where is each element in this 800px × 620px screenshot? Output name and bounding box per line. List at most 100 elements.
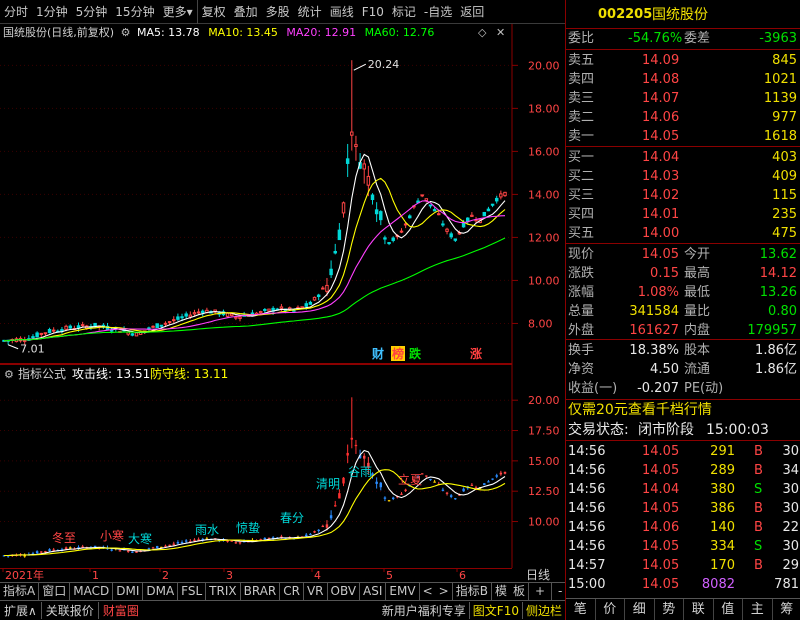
tab-price[interactable]: 价: [596, 599, 625, 620]
tab-dmi[interactable]: DMI: [113, 583, 144, 600]
tab-detail[interactable]: 细: [625, 599, 655, 620]
sub-candle-body: [147, 548, 151, 550]
level2-promo[interactable]: 仅需20元查看千档行情: [566, 401, 800, 420]
f10-graphic-button[interactable]: 图文F10: [468, 602, 522, 619]
tab-fsl[interactable]: FSL: [178, 583, 207, 600]
sell-level-row[interactable]: 卖三 14.07 1139: [566, 89, 800, 108]
main-kline-chart[interactable]: 20.00 18.00 16.00 14.00 12.00 10.00 8.00 20.24…: [0, 24, 565, 364]
tab-chips[interactable]: 筹: [773, 599, 800, 620]
sub-candle-body: [131, 551, 134, 553]
tab-main[interactable]: 主: [743, 599, 773, 620]
tab-trend[interactable]: 势: [655, 599, 684, 620]
sub-candle-body: [391, 497, 395, 499]
toolbar-stats[interactable]: 统计: [294, 0, 326, 24]
tab-vr[interactable]: VR: [304, 583, 328, 600]
sub-indicator-chart[interactable]: 20.00 17.50 15.00 12.50 10.00 冬至 小寒 大寒 雨水 惊蛰 春分 清明…: [0, 364, 565, 568]
tab-next-arrow[interactable]: >: [436, 583, 453, 600]
tab-dma[interactable]: DMA: [143, 583, 179, 600]
settings-gear-icon[interactable]: ⚙: [121, 26, 131, 39]
candle-body: [64, 325, 68, 330]
sidebar-toggle-button[interactable]: 侧边栏: [521, 602, 565, 619]
stat-label: PE(动): [684, 381, 724, 396]
toolbar-multi[interactable]: 多股: [262, 0, 294, 24]
toolbar-f10[interactable]: F10: [358, 0, 388, 24]
tick-volume: 334: [710, 539, 735, 554]
tab-obv[interactable]: OBV: [328, 583, 361, 600]
toolbar-1min[interactable]: 1分钟: [32, 0, 72, 24]
associated-quote-button[interactable]: 关联报价: [40, 602, 98, 619]
tick-time: 15:00: [568, 577, 606, 592]
sell-level-row[interactable]: 卖二 14.06 977: [566, 108, 800, 127]
tick-price: 14.04: [642, 482, 680, 497]
tab-indicator-b[interactable]: 指标B: [453, 583, 492, 600]
tab-value[interactable]: 值: [714, 599, 743, 620]
wealth-circle-button[interactable]: 财富圈: [97, 602, 143, 619]
tab-linked[interactable]: 联: [684, 599, 714, 620]
tab-board[interactable]: 板: [510, 583, 529, 600]
buy-level-row[interactable]: 买四 14.01 235: [566, 205, 800, 224]
tab-prev-arrow[interactable]: <: [420, 583, 436, 600]
stock-code: 002205: [598, 7, 653, 22]
close-icon[interactable]: ✕: [496, 24, 505, 42]
add-window-button[interactable]: +: [529, 583, 553, 600]
stat-value: 1.86亿: [755, 362, 797, 377]
candle-body: [333, 251, 337, 254]
low-price-label: 7.01: [20, 343, 45, 356]
sub-settings-icon[interactable]: ⚙: [4, 368, 14, 381]
tab-indicator-a[interactable]: 指标A: [0, 583, 40, 600]
buy-level-label: 买一: [568, 150, 595, 165]
toolbar-mark[interactable]: 标记: [388, 0, 420, 24]
buy-level-row[interactable]: 买五 14.00 475: [566, 224, 800, 243]
event-marker[interactable]: 涨: [470, 346, 482, 361]
sell-level-row[interactable]: 卖一 14.05 1618: [566, 127, 800, 146]
toolbar-intraday[interactable]: 分时: [0, 0, 32, 24]
toolbar-5min[interactable]: 5分钟: [72, 0, 112, 24]
tab-asi[interactable]: ASI: [360, 583, 387, 600]
candle-body: [420, 194, 424, 197]
buy-level-row[interactable]: 买一 14.04 403: [566, 148, 800, 167]
toolbar-back[interactable]: 返回: [456, 0, 488, 24]
sub-candle-body: [404, 489, 407, 491]
weicha-label: 委差: [684, 31, 711, 46]
tab-trix[interactable]: TRIX: [206, 583, 241, 600]
ma10-label: MA10: 13.45: [208, 26, 278, 39]
buy-level-price: 14.02: [642, 188, 680, 203]
tab-cr[interactable]: CR: [280, 583, 304, 600]
tab-emv[interactable]: EMV: [386, 583, 420, 600]
new-user-promo-link[interactable]: 新用户福利专享: [379, 602, 469, 619]
quote-stat-row: 涨幅 1.08% 最低 13.26: [566, 283, 800, 302]
toolbar-more[interactable]: 更多▾: [159, 0, 197, 24]
stat-value: 1.08%: [637, 285, 679, 300]
stock-name[interactable]: 国统股份: [652, 4, 708, 26]
stat-value: -0.207: [637, 381, 679, 396]
toolbar-watchlist[interactable]: -自选: [420, 0, 456, 24]
toolbar-adjust[interactable]: 复权: [196, 0, 230, 24]
candle-body: [201, 310, 205, 314]
tick-count: 781: [774, 577, 799, 592]
toolbar-15min[interactable]: 15分钟: [111, 0, 158, 24]
sell-level-row[interactable]: 卖五 14.09 845: [566, 51, 800, 70]
period-label[interactable]: 日线: [526, 568, 550, 582]
tick-side: B: [754, 558, 763, 573]
stat-value: 14.05: [641, 247, 679, 262]
sell-level-row[interactable]: 卖四 14.08 1021: [566, 70, 800, 89]
buy-level-row[interactable]: 买二 14.03 409: [566, 167, 800, 186]
buy-level-label: 买二: [568, 169, 595, 184]
tick-volume: 8082: [701, 577, 735, 592]
buy-level-row[interactable]: 买三 14.02 115: [566, 186, 800, 205]
main-y-label: 18.00: [528, 102, 560, 115]
tab-ticks[interactable]: 笔: [566, 599, 596, 620]
event-marker[interactable]: 跌: [409, 346, 422, 361]
collapse-icon[interactable]: ◇: [478, 24, 486, 42]
event-marker[interactable]: 榜: [392, 346, 404, 361]
tab-template[interactable]: 模: [492, 583, 510, 600]
event-marker[interactable]: 财: [371, 346, 384, 361]
expand-button[interactable]: 扩展∧: [0, 602, 41, 619]
toolbar-draw[interactable]: 画线: [326, 0, 358, 24]
toolbar-overlay[interactable]: 叠加: [230, 0, 262, 24]
tab-brar[interactable]: BRAR: [241, 583, 281, 600]
sub-candle-body: [342, 477, 345, 484]
tab-window[interactable]: 窗口: [39, 583, 71, 600]
sub-candle-body: [325, 524, 329, 528]
tab-macd[interactable]: MACD: [70, 583, 114, 600]
